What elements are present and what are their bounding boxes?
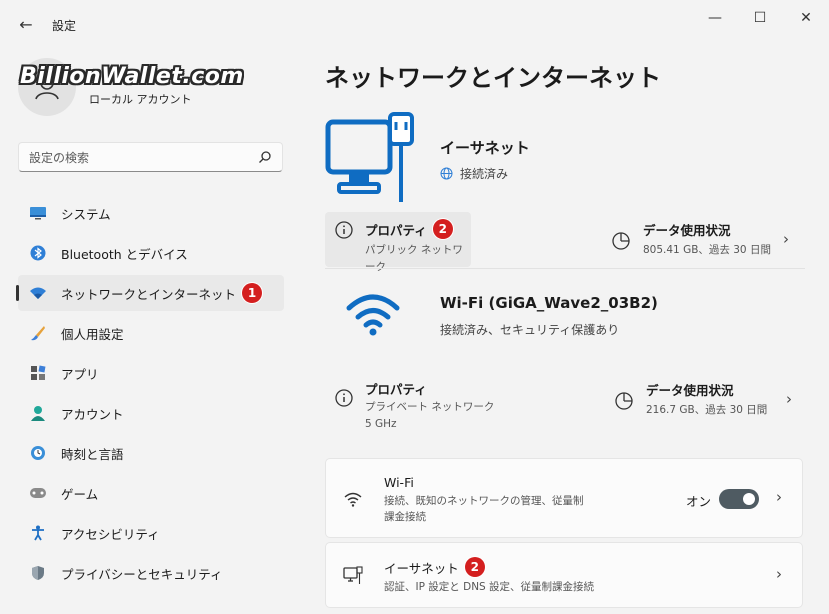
sidebar-item-label: アクセシビリティ [61, 526, 160, 542]
card-description-line: 接続、既知のネットワークの管理、従量制 [384, 495, 584, 507]
ethernet-network-profile: パブリック ネットワーク [365, 244, 463, 273]
sidebar-item-label: システム [61, 206, 111, 222]
watermark-text: BillionWallet.com [20, 64, 244, 89]
pie-chart-icon [612, 232, 630, 250]
card-description-line: 課金接続 [384, 511, 426, 523]
wifi-toggle[interactable] [719, 489, 759, 509]
chevron-right-icon: › [776, 488, 782, 506]
close-button[interactable]: ✕ [791, 8, 821, 28]
wifi-network-name: Wi-Fi (GiGA_Wave2_03B2) [440, 294, 658, 312]
sidebar-item-label: 個人用設定 [61, 326, 124, 342]
divider [325, 268, 805, 269]
gamepad-icon [29, 484, 47, 502]
account-type: ローカル アカウント [89, 93, 192, 106]
step-badge: 2 [432, 219, 453, 239]
properties-label: プロパティ [365, 222, 427, 238]
minimize-button[interactable]: — [700, 8, 730, 28]
title-bar: ← 設定 — ☐ ✕ [0, 0, 829, 48]
app-title: 設定 [52, 19, 77, 33]
card-description: 認証、IP 設定と DNS 設定、従量制課金接続 [384, 581, 595, 593]
ethernet-settings-card[interactable]: イーサネット 2 認証、IP 設定と DNS 設定、従量制課金接続 › [325, 542, 803, 608]
sidebar-item-accessibility[interactable]: アクセシビリティ [18, 515, 284, 551]
sidebar-item-label: ゲーム [61, 486, 99, 502]
sidebar-item-system[interactable]: システム [18, 195, 284, 231]
properties-label: プロパティ [365, 382, 427, 397]
wifi-profile-type: プライベート ネットワーク [365, 401, 495, 413]
chevron-right-icon: › [783, 230, 789, 248]
chevron-right-icon: › [786, 390, 792, 408]
sidebar-item-gaming[interactable]: ゲーム [18, 475, 284, 511]
search-icon[interactable] [258, 150, 272, 164]
accessibility-icon [29, 524, 47, 542]
card-title: イーサネット 2 [384, 557, 485, 577]
wifi-status: 接続済み、セキュリティ保護あり [440, 323, 620, 337]
sidebar-item-label: 時刻と言語 [61, 446, 124, 462]
shield-icon [29, 564, 47, 582]
step-badge: 2 [464, 557, 485, 577]
sidebar-item-accounts[interactable]: アカウント [18, 395, 284, 431]
page-title: ネットワークとインターネット [325, 64, 661, 92]
info-icon [335, 221, 353, 239]
toggle-state-label: オン [686, 494, 712, 509]
data-usage-value: 216.7 GB、過去 30 日間 [646, 404, 768, 416]
chevron-right-icon: › [776, 565, 782, 583]
sidebar-item-privacy[interactable]: プライバシーとセキュリティ [18, 555, 284, 591]
sidebar-item-label: Bluetooth とデバイス [61, 246, 188, 262]
sidebar-item-label: アプリ [61, 366, 99, 382]
sidebar-item-label: アカウント [61, 406, 124, 422]
ethernet-properties-button[interactable]: プロパティ 2 パブリック ネットワーク [325, 212, 471, 273]
step-badge: 1 [242, 283, 263, 303]
ethernet-name: イーサネット [440, 139, 530, 157]
ethernet-icon [343, 566, 363, 584]
ethernet-properties-title: プロパティ 2 [365, 219, 453, 239]
data-usage-value: 805.41 GB、過去 30 日間 [643, 244, 771, 256]
card-title: Wi-Fi [384, 475, 414, 490]
card-title-text: イーサネット [384, 560, 459, 576]
sidebar-nav: システム Bluetooth とデバイス ネットワークとインターネット 1 個人… [16, 195, 284, 595]
ethernet-status-text: 接続済み [460, 167, 509, 181]
sidebar-item-network[interactable]: ネットワークとインターネット 1 [16, 275, 284, 311]
search-input[interactable] [19, 143, 251, 173]
ethernet-data-usage-button[interactable]: データ使用状況 805.41 GB、過去 30 日間 › [611, 210, 806, 265]
sidebar-item-personalization[interactable]: 個人用設定 [18, 315, 284, 351]
apps-icon [29, 364, 47, 382]
sidebar-item-apps[interactable]: アプリ [18, 355, 284, 391]
search-box[interactable] [18, 142, 283, 173]
bluetooth-icon [29, 244, 47, 262]
wifi-settings-card[interactable]: Wi-Fi 接続、既知のネットワークの管理、従量制 課金接続 オン › [325, 458, 803, 538]
wifi-band: 5 GHz [365, 418, 397, 430]
system-icon [29, 204, 47, 222]
maximize-button[interactable]: ☐ [745, 8, 775, 28]
data-usage-title: データ使用状況 [643, 223, 731, 238]
sidebar-item-label: ネットワークとインターネット [61, 286, 237, 302]
wifi-icon [346, 294, 400, 336]
time-language-icon [29, 444, 47, 462]
account-icon [29, 404, 47, 422]
wifi-network-profile: プライベート ネットワーク 5 GHz [365, 399, 494, 433]
wifi-properties-button[interactable]: プロパティ プライベート ネットワーク 5 GHz [325, 372, 495, 436]
back-button[interactable]: ← [14, 12, 38, 36]
ethernet-status: 接続済み [440, 165, 508, 182]
network-icon [29, 284, 47, 302]
card-description: 接続、既知のネットワークの管理、従量制 課金接続 [384, 493, 584, 525]
ethernet-computer-icon [325, 112, 414, 202]
brush-icon [29, 324, 47, 342]
wifi-icon [344, 492, 362, 507]
globe-icon [440, 167, 453, 180]
wifi-data-usage-button[interactable]: データ使用状況 216.7 GB、過去 30 日間 › [614, 370, 809, 425]
toggle-knob [743, 493, 755, 505]
sidebar-item-bluetooth[interactable]: Bluetooth とデバイス [18, 235, 284, 271]
info-icon [335, 389, 353, 407]
sidebar-item-label: プライバシーとセキュリティ [61, 566, 223, 582]
data-usage-title: データ使用状況 [646, 383, 734, 398]
pie-chart-icon [615, 392, 633, 410]
sidebar-item-time-language[interactable]: 時刻と言語 [18, 435, 284, 471]
